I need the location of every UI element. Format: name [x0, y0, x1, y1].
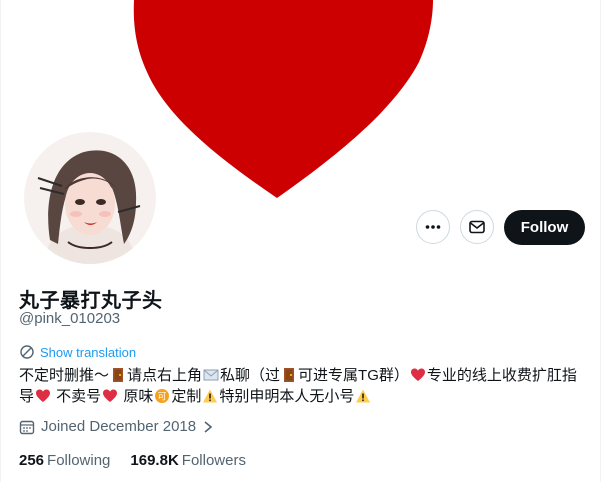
ok-circle-icon: 可	[155, 389, 170, 403]
bio-text: 不定时删推～	[19, 367, 110, 384]
red-heart-icon	[36, 389, 51, 402]
following-count: 256	[19, 452, 45, 469]
bio-text: 定制	[171, 388, 202, 405]
bio-text: 请点右上角	[127, 367, 203, 384]
bio-text: 特别申明本人无小号	[219, 388, 355, 405]
user-handle: @pink_010203	[19, 310, 121, 327]
envelope-icon	[203, 369, 219, 381]
envelope-icon	[469, 220, 485, 234]
follow-stats: 256 Following 169.8K Followers	[19, 452, 246, 469]
joined-label: Joined December 2018	[41, 418, 197, 435]
bio-text: 原味	[119, 388, 154, 405]
calendar-icon	[19, 420, 35, 434]
red-heart-icon	[103, 389, 118, 402]
joined-date[interactable]: Joined December 2018	[19, 418, 214, 435]
warning-icon	[203, 389, 218, 403]
show-translation-link[interactable]: Show translation	[19, 344, 136, 360]
chevron-right-icon	[204, 420, 213, 433]
bio-text: 不卖号	[52, 388, 102, 405]
right-border	[600, 0, 601, 482]
door-icon	[113, 368, 124, 382]
door-icon	[284, 368, 295, 382]
followers-label: Followers	[181, 452, 246, 469]
red-heart-icon	[410, 368, 425, 381]
profile-bio: 不定时删推～ 请点右上角 私聊（过 可进专属TG群） 专业的线上收费扩肛指导 不卖号 原…	[19, 365, 591, 407]
more-horizontal-icon	[425, 225, 441, 229]
following-label: Following	[47, 452, 111, 469]
translate-icon	[20, 345, 34, 359]
show-translation-label[interactable]: Show translation	[40, 345, 136, 360]
profile-avatar[interactable]	[20, 128, 160, 268]
avatar-illustration	[24, 132, 156, 264]
following-link[interactable]: 256 Following	[19, 452, 110, 469]
bio-text: 私聊（过	[220, 367, 281, 384]
followers-count: 169.8K	[130, 452, 179, 469]
bio-text: 可进专属TG群）	[298, 367, 409, 384]
message-button[interactable]	[460, 210, 494, 244]
followers-link[interactable]: 169.8K Followers	[130, 452, 246, 469]
follow-button[interactable]: Follow	[504, 210, 585, 245]
display-name: 丸子暴打丸子头	[19, 290, 163, 312]
warning-icon	[356, 389, 371, 403]
more-button[interactable]	[416, 210, 450, 244]
svg-text:可: 可	[158, 392, 167, 403]
